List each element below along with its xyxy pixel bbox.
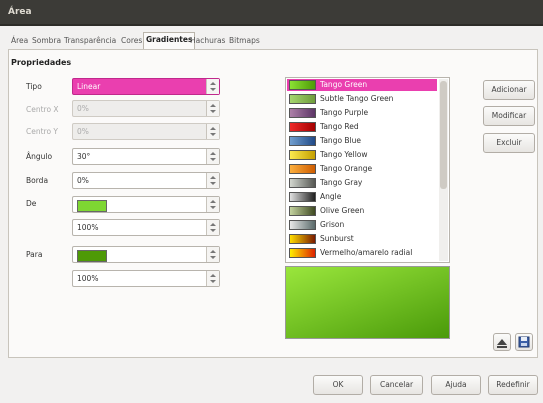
to-color-dropdown-icon[interactable]	[206, 247, 219, 262]
gradient-name: Tango Yellow	[320, 150, 368, 159]
modify-button[interactable]: Modificar	[483, 106, 535, 126]
gradient-list-item[interactable]: Tango Gray	[287, 177, 437, 189]
load-icon	[497, 339, 507, 348]
gradient-list-item[interactable]: Subtle Tango Green	[287, 93, 437, 105]
gradient-name: Grison	[320, 220, 345, 229]
area-dialog: Área Área Sombra Transparência Cores Gra…	[0, 0, 543, 403]
gradient-list-scrollbar[interactable]	[439, 79, 448, 261]
tab-bar: Área Sombra Transparência Cores Gradient…	[9, 32, 534, 49]
gradient-thumbnail	[289, 206, 316, 216]
add-button[interactable]: Adicionar	[483, 80, 535, 100]
gradient-preview	[285, 266, 450, 339]
gradient-thumbnail	[289, 220, 316, 230]
center-y-value: 0%	[77, 127, 89, 136]
tab-hachuras[interactable]: Hachuras	[188, 34, 227, 48]
to-percent-field[interactable]: 100%	[72, 270, 220, 287]
to-color-select[interactable]	[72, 246, 220, 263]
gradient-name: Angle	[320, 192, 342, 201]
gradient-name: Tango Gray	[320, 178, 363, 187]
to-percent-spin-icon[interactable]	[206, 271, 219, 286]
gradient-thumbnail	[289, 164, 316, 174]
tab-transparencia[interactable]: Transparência	[62, 34, 118, 48]
from-percent-spin-icon[interactable]	[206, 220, 219, 235]
title-bar: Área	[0, 0, 543, 26]
gradient-list-item[interactable]: Tango Orange	[287, 163, 437, 175]
center-x-label: Centro X	[26, 105, 59, 114]
tab-bitmaps[interactable]: Bitmaps	[227, 34, 262, 48]
gradient-list-item[interactable]: Tango Blue	[287, 135, 437, 147]
gradient-thumbnail	[289, 248, 316, 258]
gradient-name: Tango Orange	[320, 164, 373, 173]
border-value: 0%	[77, 176, 89, 185]
gradient-thumbnail	[289, 234, 316, 244]
save-icon	[518, 336, 530, 348]
border-label: Borda	[26, 176, 49, 185]
to-percent-value: 100%	[77, 274, 99, 283]
from-label: De	[26, 199, 37, 208]
gradient-thumbnail	[289, 122, 316, 132]
type-select[interactable]: Linear	[72, 78, 220, 95]
tab-area[interactable]: Área	[9, 34, 30, 48]
type-value: Linear	[77, 82, 101, 91]
gradient-list-item[interactable]: Vermelho/amarelo radial	[287, 247, 437, 259]
border-spin-icon[interactable]	[206, 173, 219, 188]
gradient-name: Tango Red	[320, 122, 359, 131]
from-color-swatch	[77, 200, 107, 212]
to-label: Para	[26, 250, 43, 259]
from-percent-value: 100%	[77, 223, 99, 232]
ok-button[interactable]: OK	[313, 375, 363, 395]
center-x-spin-icon[interactable]	[206, 101, 219, 116]
gradient-thumbnail	[289, 108, 316, 118]
gradient-list-item[interactable]: Tango Purple	[287, 107, 437, 119]
window-title: Área	[8, 7, 32, 17]
gradient-list-item[interactable]: Grison	[287, 219, 437, 231]
center-x-field[interactable]: 0%	[72, 100, 220, 117]
gradient-thumbnail	[289, 136, 316, 146]
save-gradients-button[interactable]	[515, 333, 533, 351]
tab-sombra[interactable]: Sombra	[30, 34, 63, 48]
load-gradients-button[interactable]	[493, 333, 511, 351]
gradient-name: Sunburst	[320, 234, 354, 243]
center-y-spin-icon[interactable]	[206, 124, 219, 139]
angle-label: Ângulo	[26, 152, 53, 161]
gradient-thumbnail	[289, 192, 316, 202]
gradient-list-item[interactable]: Tango Green	[287, 79, 437, 91]
gradient-name: Tango Blue	[320, 136, 362, 145]
gradient-list-item[interactable]: Sunburst	[287, 233, 437, 245]
angle-field[interactable]: 30°	[72, 148, 220, 165]
gradient-list-item[interactable]: Tango Yellow	[287, 149, 437, 161]
cancel-button[interactable]: Cancelar	[370, 375, 423, 395]
tab-cores[interactable]: Cores	[119, 34, 144, 48]
gradient-name: Tango Purple	[320, 108, 369, 117]
gradient-thumbnail	[289, 94, 316, 104]
gradient-list-item[interactable]: Tango Red	[287, 121, 437, 133]
gradient-name: Tango Green	[320, 80, 368, 89]
to-color-swatch	[77, 250, 107, 262]
gradient-thumbnail	[289, 80, 316, 90]
from-percent-field[interactable]: 100%	[72, 219, 220, 236]
type-label: Tipo	[26, 82, 42, 91]
gradient-list[interactable]: Tango Green Subtle Tango Green Tango Purpl…	[285, 77, 450, 263]
scrollbar-thumb[interactable]	[440, 81, 447, 189]
angle-value: 30°	[77, 152, 91, 161]
gradient-thumbnail	[289, 150, 316, 160]
from-color-select[interactable]	[72, 196, 220, 213]
center-y-label: Centro Y	[26, 127, 59, 136]
type-dropdown-arrow-icon[interactable]	[206, 79, 219, 94]
help-button[interactable]: Ajuda	[431, 375, 481, 395]
border-field[interactable]: 0%	[72, 172, 220, 189]
gradient-list-item[interactable]: Angle	[287, 191, 437, 203]
angle-spin-icon[interactable]	[206, 149, 219, 164]
gradient-name: Subtle Tango Green	[320, 94, 394, 103]
gradient-list-item[interactable]: Olive Green	[287, 205, 437, 217]
from-color-dropdown-icon[interactable]	[206, 197, 219, 212]
gradient-thumbnail	[289, 178, 316, 188]
properties-heading: Propriedades	[11, 58, 72, 67]
center-x-value: 0%	[77, 104, 89, 113]
center-y-field[interactable]: 0%	[72, 123, 220, 140]
reset-button[interactable]: Redefinir	[488, 375, 538, 395]
gradient-name: Olive Green	[320, 206, 365, 215]
gradient-name: Vermelho/amarelo radial	[320, 248, 413, 257]
delete-button[interactable]: Excluir	[483, 133, 535, 153]
